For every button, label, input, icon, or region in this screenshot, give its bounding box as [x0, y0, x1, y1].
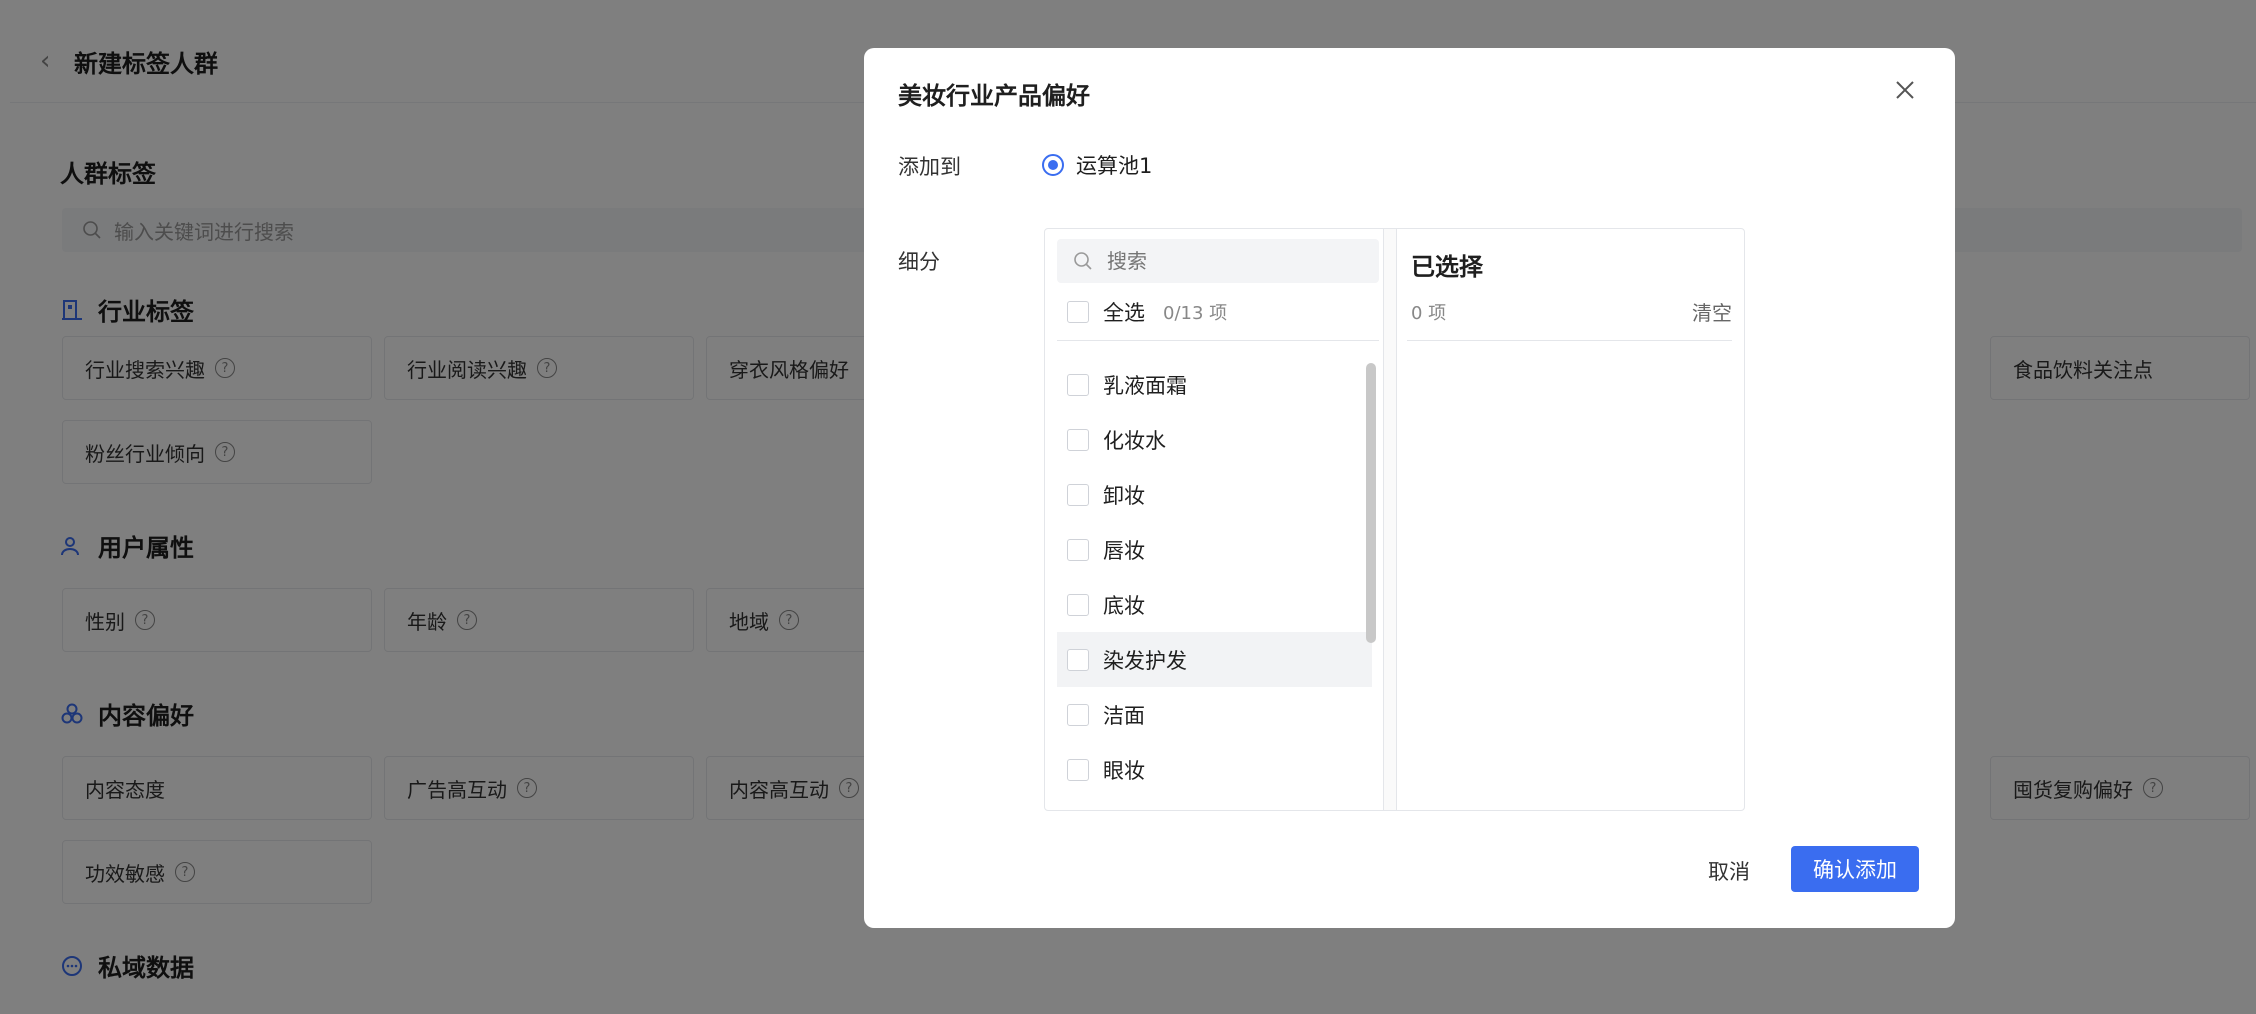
item-label: 染发护发	[1103, 648, 1187, 673]
clear-button[interactable]: 清空	[1692, 297, 1732, 326]
selected-count: 0 项	[1411, 303, 1447, 324]
list-item[interactable]: 底妆	[1057, 577, 1372, 632]
list-item[interactable]: 唇妆	[1057, 522, 1372, 577]
item-checkbox[interactable]	[1067, 593, 1089, 616]
select-all[interactable]: 全选 0/13 项	[1067, 297, 1227, 327]
option-list: 乳液面霜 化妆水 卸妆 唇妆 底妆 染发护发 洁面 眼妆	[1057, 357, 1372, 807]
radio-selected-icon[interactable]	[1042, 154, 1064, 176]
divider	[1407, 340, 1732, 341]
list-item[interactable]: 眼妆	[1057, 742, 1372, 797]
search-icon	[1074, 252, 1092, 270]
dialog-title: 美妆行业产品偏好	[898, 82, 1090, 110]
transfer-target: 已选择 0 项 清空	[1397, 229, 1744, 810]
select-count: 0/13 项	[1163, 303, 1228, 324]
item-label: 眼妆	[1103, 758, 1145, 783]
pool-option-label: 运算池1	[1076, 154, 1153, 178]
list-item[interactable]: 卸妆	[1057, 467, 1372, 522]
add-to-label: 添加到	[898, 155, 961, 179]
item-label: 底妆	[1103, 593, 1145, 618]
list-scrollbar[interactable]	[1366, 363, 1376, 643]
item-label: 乳液面霜	[1103, 373, 1187, 398]
select-all-label: 全选	[1103, 301, 1145, 325]
list-item[interactable]: 乳液面霜	[1057, 357, 1372, 412]
item-label: 洁面	[1103, 703, 1145, 728]
segment-label: 细分	[898, 250, 940, 274]
item-checkbox[interactable]	[1067, 758, 1089, 781]
transfer-search[interactable]	[1057, 239, 1379, 283]
item-checkbox[interactable]	[1067, 373, 1089, 396]
item-checkbox[interactable]	[1067, 538, 1089, 561]
segment-dialog: 美妆行业产品偏好 添加到 运算池1 细分 全选 0/13 项 乳液面霜 化妆水 …	[864, 48, 1955, 928]
transfer-panel: 全选 0/13 项 乳液面霜 化妆水 卸妆 唇妆 底妆 染发护发 洁面 眼妆 已…	[1044, 228, 1745, 811]
item-label: 化妆水	[1103, 428, 1166, 453]
list-item[interactable]: 洁面	[1057, 687, 1372, 742]
list-item[interactable]: 化妆水	[1057, 412, 1372, 467]
cancel-button[interactable]: 取消	[1708, 856, 1750, 886]
list-item[interactable]: 染发护发	[1057, 632, 1372, 687]
selected-title: 已选择	[1411, 253, 1483, 281]
divider	[1057, 340, 1379, 341]
item-checkbox[interactable]	[1067, 428, 1089, 451]
transfer-source: 全选 0/13 项 乳液面霜 化妆水 卸妆 唇妆 底妆 染发护发 洁面 眼妆	[1045, 229, 1383, 810]
confirm-add-button[interactable]: 确认添加	[1791, 846, 1919, 892]
item-checkbox[interactable]	[1067, 703, 1089, 726]
pool-radio-option[interactable]: 运算池1	[1042, 150, 1152, 180]
panel-divider	[1383, 229, 1397, 810]
item-checkbox[interactable]	[1067, 648, 1089, 671]
item-checkbox[interactable]	[1067, 483, 1089, 506]
item-label: 卸妆	[1103, 483, 1145, 508]
close-icon[interactable]	[1887, 72, 1923, 108]
transfer-search-input[interactable]	[1105, 248, 1349, 274]
select-all-checkbox[interactable]	[1067, 301, 1089, 323]
item-label: 唇妆	[1103, 538, 1145, 563]
